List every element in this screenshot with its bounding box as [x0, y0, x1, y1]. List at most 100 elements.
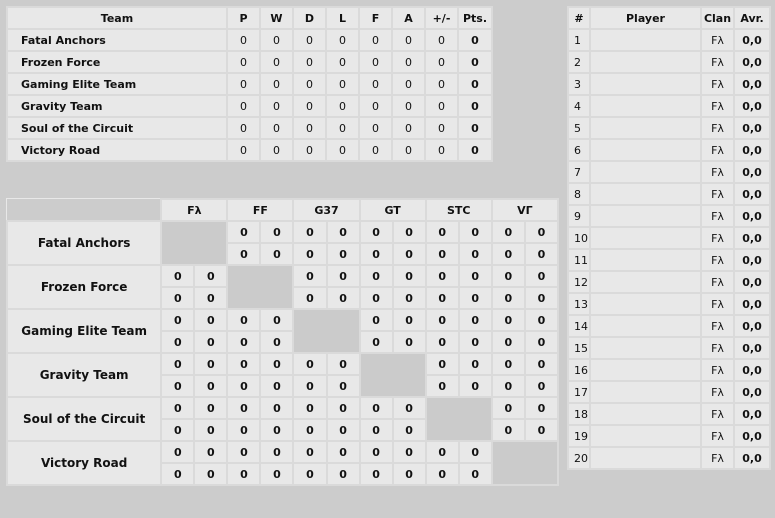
standings-header-row: Team P W D L F A +/- Pts. [6, 6, 493, 30]
match-score: 0 [391, 396, 427, 420]
player-clan: Fλ [700, 402, 735, 426]
match-score: 0 [490, 264, 526, 288]
player-row: 2 Fλ 0,0 [567, 50, 771, 74]
player-row: 11 Fλ 0,0 [567, 248, 771, 272]
head-to-head-header-row: Fλ FF G37 GT STC VΓ [7, 198, 560, 222]
player-clan: Fλ [700, 292, 735, 316]
match-score: 0 [226, 308, 262, 332]
player-row: 7 Fλ 0,0 [567, 160, 771, 184]
corner-spacer [7, 199, 162, 221]
match-score: 0 [226, 330, 262, 354]
player-rank: 12 [567, 270, 591, 294]
match-score: 0 [523, 330, 560, 354]
match-score: 0 [193, 308, 229, 332]
player-row: 5 Fλ 0,0 [567, 116, 771, 140]
player-row: 18 Fλ 0,0 [567, 402, 771, 426]
player-clan: Fλ [700, 314, 735, 338]
match-score: 0 [226, 418, 262, 442]
match-score: 0 [391, 418, 427, 442]
match-score: 0 [358, 462, 394, 486]
standings-row: Gravity Team 0 0 0 0 0 0 0 0 [6, 94, 493, 118]
match-score: 0 [325, 418, 361, 442]
played: 0 [226, 72, 261, 96]
lost: 0 [325, 138, 360, 162]
player-name [589, 160, 702, 184]
points: 0 [457, 116, 493, 140]
match-score: 0 [259, 308, 295, 332]
head-to-head-row: Victory Road 0 0 0 0 0 0 0 0 0 0 [5, 440, 560, 486]
match-score: 0 [424, 440, 460, 464]
team-name: Frozen Force [6, 50, 228, 74]
match-score: 0 [226, 374, 262, 398]
match-score: 0 [193, 462, 229, 486]
player-average: 0,0 [733, 28, 771, 52]
match-score: 0 [490, 220, 526, 244]
player-clan: Fλ [700, 182, 735, 206]
player-average: 0,0 [733, 292, 771, 316]
players-table: # Player Clan Avr. 1 Fλ 0,0 2 Fλ 0,0 3 Fλ 0,0 4 Fλ… [567, 6, 771, 470]
self-match-blank [358, 352, 427, 398]
team-tag-header: G37 [292, 198, 361, 222]
played: 0 [226, 50, 261, 74]
match-score: 0 [325, 462, 361, 486]
played: 0 [226, 28, 261, 52]
match-score: 0 [358, 396, 394, 420]
match-score: 0 [259, 418, 295, 442]
goal-difference: 0 [424, 50, 459, 74]
player-rank: 11 [567, 248, 591, 272]
header-player: Player [589, 6, 702, 30]
match-score: 0 [490, 418, 526, 442]
match-score: 0 [457, 352, 493, 376]
player-clan: Fλ [700, 28, 735, 52]
match-score: 0 [457, 330, 493, 354]
match-score: 0 [391, 440, 427, 464]
match-score: 0 [424, 462, 460, 486]
header-average: Avr. [733, 6, 771, 30]
header-won: W [259, 6, 294, 30]
player-average: 0,0 [733, 248, 771, 272]
team-tag-header: STC [424, 198, 493, 222]
match-score: 0 [391, 220, 427, 244]
points: 0 [457, 50, 493, 74]
player-clan: Fλ [700, 94, 735, 118]
match-score: 0 [358, 242, 394, 266]
match-score: 0 [325, 352, 361, 376]
player-average: 0,0 [733, 204, 771, 228]
match-score: 0 [226, 220, 262, 244]
match-score: 0 [292, 396, 328, 420]
match-score: 0 [325, 220, 361, 244]
player-row: 14 Fλ 0,0 [567, 314, 771, 338]
won: 0 [259, 94, 294, 118]
player-rank: 10 [567, 226, 591, 250]
player-average: 0,0 [733, 380, 771, 404]
player-row: 20 Fλ 0,0 [567, 446, 771, 470]
team-name: Gravity Team [6, 94, 228, 118]
self-match-blank [424, 396, 493, 442]
match-score: 0 [424, 242, 460, 266]
team-name: Gaming Elite Team [6, 72, 228, 96]
match-score: 0 [523, 352, 560, 376]
goals-for: 0 [358, 116, 393, 140]
match-score: 0 [292, 440, 328, 464]
standings-row: Gaming Elite Team 0 0 0 0 0 0 0 0 [6, 72, 493, 96]
match-score: 0 [259, 220, 295, 244]
goals-for: 0 [358, 28, 393, 52]
player-average: 0,0 [733, 72, 771, 96]
match-score: 0 [523, 242, 560, 266]
player-average: 0,0 [733, 314, 771, 338]
self-match-blank [226, 264, 295, 310]
self-match-blank [292, 308, 361, 354]
won: 0 [259, 50, 294, 74]
player-rank: 15 [567, 336, 591, 360]
player-clan: Fλ [700, 116, 735, 140]
team-name: Fatal Anchors [6, 28, 228, 52]
player-clan: Fλ [700, 226, 735, 250]
head-to-head-team-name: Gravity Team [5, 352, 163, 398]
match-score: 0 [226, 352, 262, 376]
match-score: 0 [391, 286, 427, 310]
match-score: 0 [160, 286, 196, 310]
player-row: 17 Fλ 0,0 [567, 380, 771, 404]
match-score: 0 [193, 264, 229, 288]
player-row: 1 Fλ 0,0 [567, 28, 771, 52]
match-score: 0 [292, 462, 328, 486]
